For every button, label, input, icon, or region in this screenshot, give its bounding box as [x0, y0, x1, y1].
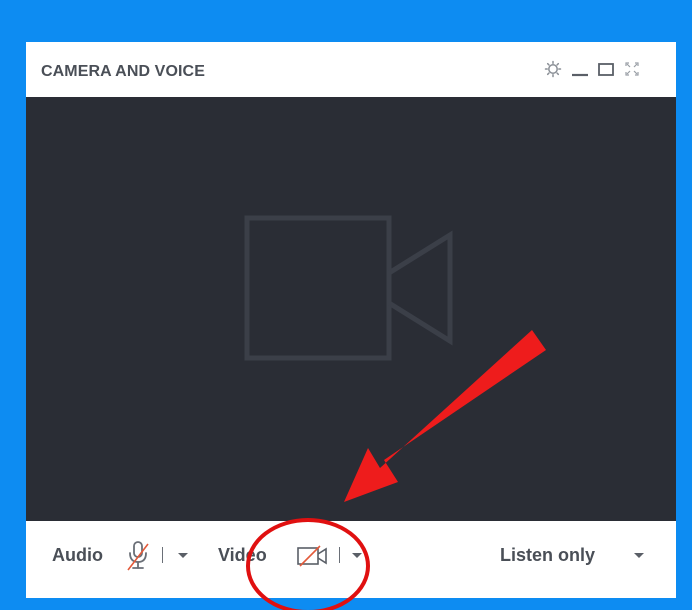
audio-separator	[162, 547, 163, 563]
maximize-icon[interactable]	[596, 59, 616, 79]
window-title: CAMERA AND VOICE	[41, 63, 205, 80]
video-dropdown-caret[interactable]	[352, 553, 362, 558]
video-label[interactable]: Video	[218, 545, 267, 566]
video-separator	[339, 547, 340, 563]
listen-only-label[interactable]: Listen only	[500, 545, 595, 566]
settings-icon[interactable]	[543, 59, 563, 79]
camera-off-icon[interactable]	[296, 545, 330, 567]
window-header: CAMERA AND VOICE	[26, 42, 676, 97]
fullscreen-icon[interactable]	[622, 59, 642, 79]
camera-voice-window: CAMERA AND VOICE Audio Video Listen only	[26, 42, 676, 598]
audio-dropdown-caret[interactable]	[178, 553, 188, 558]
minimize-icon[interactable]	[570, 59, 590, 79]
microphone-muted-icon[interactable]	[125, 540, 151, 572]
audio-label[interactable]: Audio	[52, 545, 103, 566]
listen-only-dropdown-caret[interactable]	[634, 553, 644, 558]
controls-footer: Audio Video Listen only	[26, 521, 676, 598]
video-area	[26, 97, 676, 521]
video-camera-icon	[242, 213, 458, 368]
